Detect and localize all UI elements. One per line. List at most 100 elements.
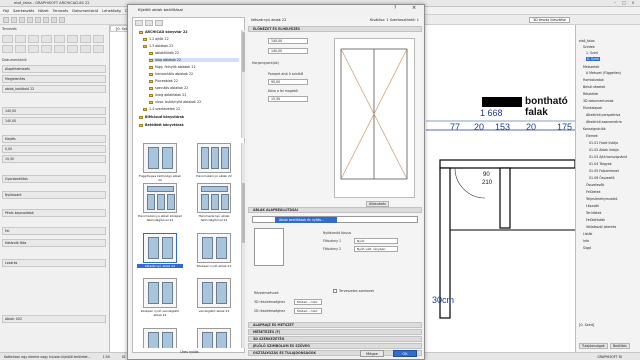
info-row[interactable]: Ablak: 002 — [2, 315, 106, 323]
tool-button[interactable] — [67, 35, 78, 43]
library-thumb[interactable]: Háromszárnyú ablak 22 — [191, 143, 237, 178]
nav-item[interactable]: Lépcsők — [586, 204, 599, 208]
tree-item[interactable]: vízsz. bukó/nyíló ablakok 22 — [149, 100, 201, 104]
info-row[interactable]: Gyorsbeállítás — [2, 175, 106, 183]
settings-button[interactable]: Beállítás — [610, 343, 630, 349]
tree-item[interactable]: Pinceablak 22 — [149, 79, 178, 83]
section-preview-placement[interactable]: ELŐNÉZET ÉS ELHELYEZÉS — [248, 26, 422, 32]
nav-item-selected[interactable]: 0. Szint — [586, 57, 600, 61]
cancel-button[interactable]: Mégse — [360, 350, 384, 357]
ok-button[interactable]: OK — [393, 350, 417, 357]
tool-button[interactable] — [28, 35, 39, 43]
nav-item[interactable]: 01-03 Ajtó konszignáció — [589, 155, 627, 159]
view-dropdown[interactable]: 3D teszta illesztése — [528, 16, 570, 23]
nav-item[interactable]: Konszignációk — [583, 127, 606, 131]
minimize-icon[interactable]: – — [612, 1, 618, 5]
properties-button[interactable]: Tulajdonságok — [579, 343, 608, 349]
section-3d-structure[interactable]: 3D SZERKEZETÉG — [248, 336, 422, 342]
info-row[interactable]: Megjelenítés — [2, 75, 106, 83]
status-scale[interactable]: 1:50 — [103, 355, 110, 359]
tool-button[interactable] — [2, 45, 13, 53]
select-icon[interactable] — [43, 16, 49, 23]
info-row[interactable]: Lezárás — [2, 259, 106, 267]
tree-item[interactable]: ablakfülkék 22 — [149, 51, 179, 55]
open-icon[interactable] — [11, 16, 17, 23]
tree-item[interactable]: üveg ablakfalak 22 — [149, 93, 186, 97]
view-mode-icon[interactable] — [135, 20, 143, 26]
nav-item[interactable]: Vállalkozói jelentés — [586, 225, 616, 229]
library-thumb[interactable]: Háromszárnyú ablak középső felülvilágító… — [137, 183, 183, 222]
search-icon[interactable] — [155, 20, 163, 26]
nav-item[interactable]: Összetevők — [586, 183, 604, 187]
tree-item-selected[interactable]: alap ablakok 22 — [149, 58, 239, 62]
tree-scrollbar[interactable] — [241, 30, 245, 138]
library-thumb[interactable]: középen nyíló vendéglátó ablak 22 — [137, 278, 183, 317]
menu-view[interactable]: Nézet — [38, 9, 48, 13]
library-thumb[interactable] — [137, 328, 183, 348]
library-thumb[interactable]: Függőleges kétmozgó ablak 22 — [137, 143, 183, 182]
library-thumb[interactable]: vendéglátó ablak 22 — [191, 278, 237, 313]
nav-item[interactable]: Áttekintő axonometria — [586, 120, 622, 124]
help-icon[interactable]: ? — [394, 6, 396, 11]
width-field[interactable]: 140,00 — [2, 107, 106, 115]
info-row[interactable]: ablak_korlátoló 22 — [2, 85, 106, 93]
nav-item[interactable]: Listák — [583, 232, 592, 236]
tool-button[interactable] — [15, 35, 26, 43]
nav-project[interactable]: első_falas — [579, 39, 595, 43]
nav-item[interactable]: 1. Szint — [586, 51, 598, 55]
scroll-thumb[interactable] — [242, 32, 245, 72]
nav-item[interactable]: Belső nézetek — [583, 85, 605, 89]
section-window-params[interactable]: ABLAK ALAPBEÁLLÍTÁSAI — [248, 207, 422, 213]
empty-opening-button[interactable]: Üres nyílás — [133, 350, 246, 358]
tool-button[interactable] — [15, 45, 26, 53]
parapet-input[interactable]: 90,00 — [268, 79, 308, 85]
scroll-thumb[interactable] — [242, 183, 245, 243]
section-plan-section[interactable]: ALAPRAJZ ÉS METSZET — [248, 322, 422, 328]
nav-item[interactable]: Szintek — [583, 45, 595, 49]
tool-button[interactable] — [2, 35, 13, 43]
tree-item[interactable]: speciális ablakok 22 — [149, 86, 188, 90]
height-input[interactable]: 140,00 — [268, 48, 308, 54]
tool-button[interactable] — [80, 45, 91, 53]
tree-item[interactable]: BIMcloud könyvtárak — [139, 115, 184, 119]
layer-field[interactable]: Fal — [2, 227, 106, 235]
library-thumb[interactable]: Háromszárnyú ablak felülvilágítóval 22 — [191, 183, 237, 222]
new-icon[interactable] — [3, 16, 9, 23]
nav-item[interactable]: Felületek — [586, 190, 600, 194]
tool-button[interactable] — [67, 45, 78, 53]
menu-design[interactable]: Tervezés — [53, 9, 69, 13]
nav-item[interactable]: 01-04 Tárgyak — [589, 162, 612, 166]
menu-file[interactable]: Fájl — [3, 9, 9, 13]
tool-button[interactable] — [28, 45, 39, 53]
nav-item[interactable]: Teljesítménymutató — [586, 197, 617, 201]
nav-item[interactable]: 01-02 Ablak listája — [589, 148, 619, 152]
nav-item[interactable]: Felületlisták — [586, 218, 605, 222]
nav-item[interactable]: A Metszet (Független) — [586, 71, 621, 75]
nav-item[interactable]: 01-01 Falak listája — [589, 141, 618, 145]
nav-item[interactable]: Elemek — [586, 134, 598, 138]
nav-item[interactable]: Metszetek — [583, 65, 599, 69]
reveal-input[interactable]: 15,50 — [268, 96, 308, 102]
redo-icon[interactable] — [35, 16, 41, 23]
tree-item[interactable]: horizontális ablakok 22 — [149, 72, 193, 76]
pan-icon[interactable] — [59, 16, 65, 23]
sash-1-select[interactable]: Nyíló — [354, 238, 398, 244]
menu-document[interactable]: Dokumentáció — [72, 9, 98, 13]
info-row[interactable]: Nyílászáró — [2, 191, 106, 199]
menu-edit[interactable]: Szerkesztés — [13, 9, 34, 13]
undo-icon[interactable] — [27, 16, 33, 23]
tool-button[interactable] — [41, 45, 52, 53]
folder-icon[interactable] — [145, 20, 153, 26]
close-window-icon[interactable]: × — [630, 1, 636, 5]
sash-2-select[interactable]: Nyíló vált. rányban — [354, 246, 398, 252]
menu-options[interactable]: Lehetőség — [102, 9, 121, 13]
library-thumb[interactable] — [191, 328, 237, 348]
structure-checkbox[interactable] — [333, 289, 337, 293]
save-icon[interactable] — [19, 16, 25, 23]
tool-button[interactable] — [41, 35, 52, 43]
info-row[interactable]: Pérás kapcsolatok — [2, 209, 106, 217]
nav-item[interactable]: 01-05 Falszerkezet — [589, 169, 619, 173]
sill-field[interactable]: 0,00 — [2, 145, 106, 153]
tool-button[interactable] — [80, 35, 91, 43]
tool-button[interactable] — [54, 45, 65, 53]
